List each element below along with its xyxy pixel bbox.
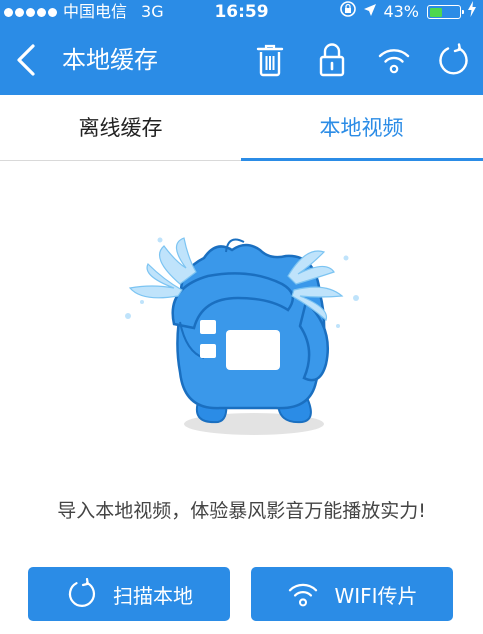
back-icon [17,44,35,76]
wifi-transfer-action-button[interactable]: WIFI传片 [251,567,453,621]
scan-local-button[interactable]: 扫描本地 [28,567,230,621]
tab-offline-cache[interactable]: 离线缓存 [0,95,241,161]
status-right: 43% [339,0,477,24]
refresh-button[interactable] [434,39,474,81]
trash-icon [256,44,284,77]
tab-local-video[interactable]: 本地视频 [241,95,482,161]
location-icon [363,0,377,24]
crying-mascot-illustration [125,237,359,435]
refresh-icon [65,577,99,611]
lock-button[interactable] [312,39,352,81]
tab-bar: 离线缓存 本地视频 [0,95,483,161]
battery-percent: 43% [383,2,419,21]
wifi-transfer-label: WIFI传片 [334,583,418,608]
scan-local-label: 扫描本地 [113,583,193,608]
app-screen: 中国电信 3G 16:59 43% 本地缓存 离线缓存 本地视频 导入本地视频，… [0,0,483,634]
page-title: 本地缓存 [62,46,158,74]
nav-bar: 本地缓存 [0,24,483,95]
wifi-icon [378,49,410,74]
back-button[interactable] [10,40,46,80]
wifi-transfer-button[interactable] [374,39,414,81]
lock-icon [319,43,345,77]
charging-icon [467,0,477,24]
status-bar: 中国电信 3G 16:59 43% [0,0,483,24]
delete-button[interactable] [250,39,290,81]
wifi-icon [286,577,320,611]
header: 中国电信 3G 16:59 43% 本地缓存 [0,0,483,95]
rotation-lock-icon [339,0,357,25]
battery-icon [427,5,464,19]
empty-state-message: 导入本地视频，体验暴风影音万能播放实力! [57,500,426,522]
refresh-icon [439,43,468,75]
battery-level [429,7,442,17]
active-tab-indicator [241,158,483,161]
